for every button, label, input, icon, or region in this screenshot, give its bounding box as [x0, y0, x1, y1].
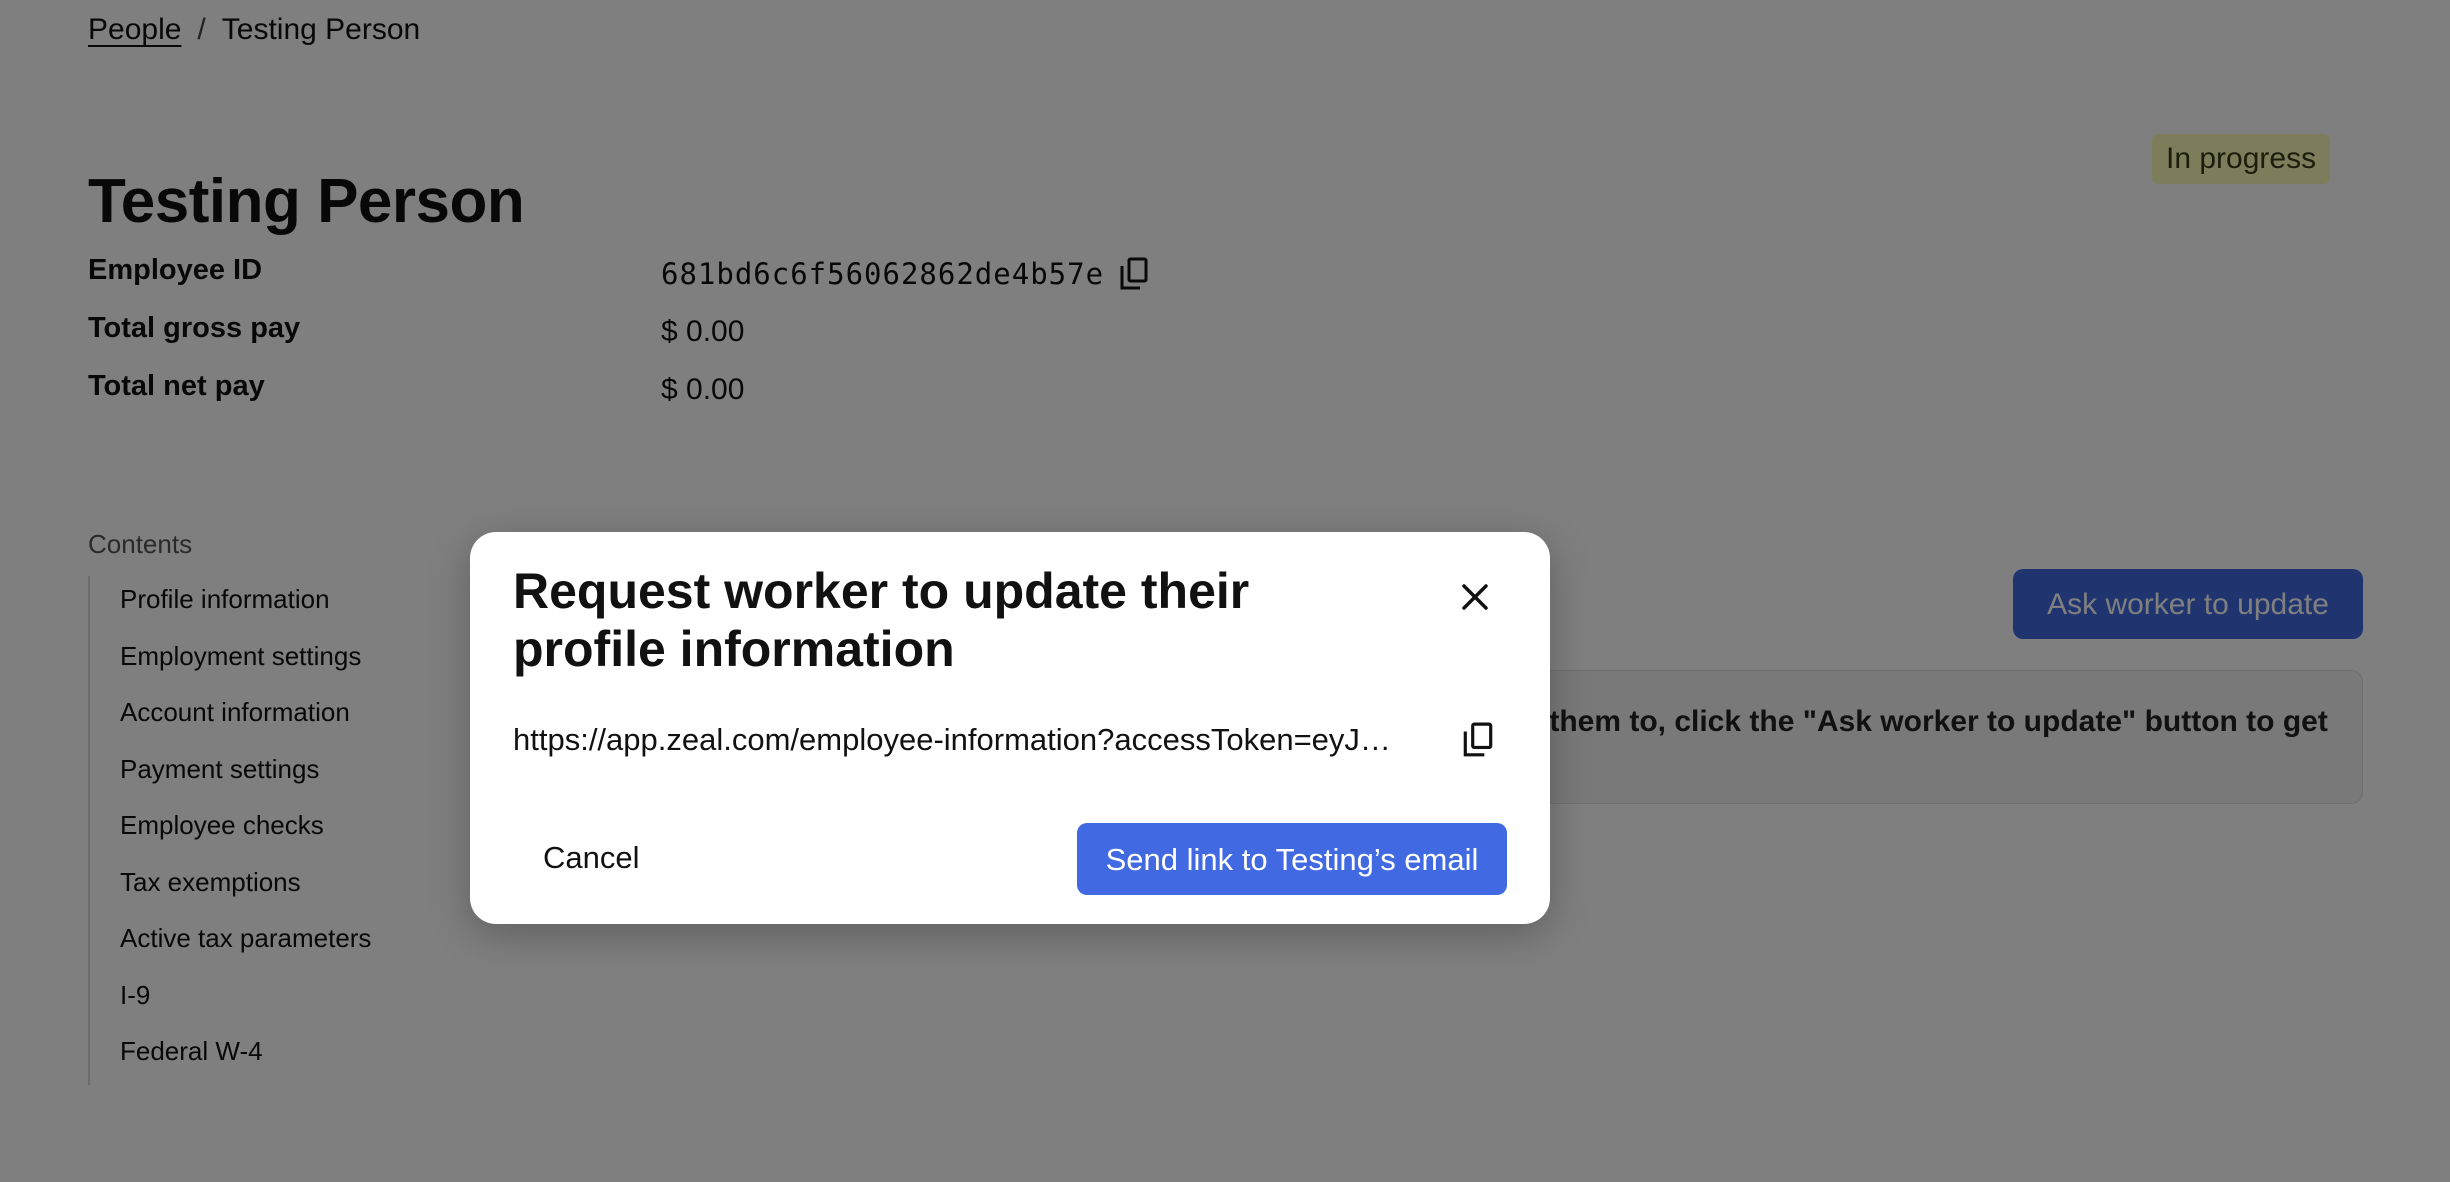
copy-icon[interactable]: [1456, 718, 1500, 762]
cancel-button[interactable]: Cancel: [513, 822, 670, 894]
modal-title: Request worker to update their profile i…: [513, 563, 1250, 677]
update-link: https://app.zeal.com/employee-informatio…: [513, 722, 1403, 757]
close-icon[interactable]: [1450, 572, 1500, 622]
request-update-modal: Request worker to update their profile i…: [470, 532, 1550, 924]
send-link-button[interactable]: Send link to Testing’s email: [1077, 823, 1507, 895]
